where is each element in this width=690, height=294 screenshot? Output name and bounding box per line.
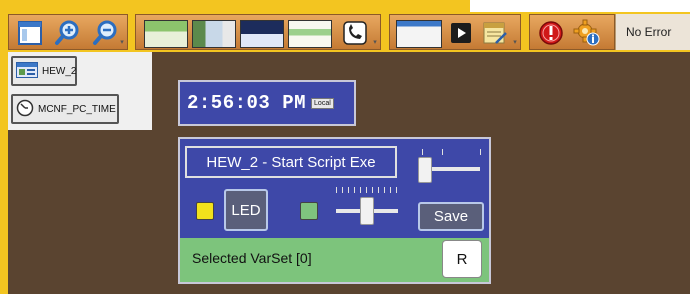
r-button[interactable]: R	[442, 240, 482, 278]
sidebar-item-label: HEW_2	[42, 65, 77, 77]
clock-time: 2:56:03 PM	[187, 92, 307, 114]
sidebar-item-label: MCNF_PC_TIME	[38, 103, 116, 115]
toolbar-top-strip	[470, 0, 690, 12]
status-text: No Error	[615, 14, 690, 50]
zoom-out-icon[interactable]	[91, 18, 121, 48]
clock-widget: 2:56:03 PM Local	[178, 80, 356, 126]
sidebar-item-hew-2[interactable]: HEW_2	[11, 56, 77, 86]
green-indicator	[300, 202, 318, 220]
grip-icon[interactable]: ▾	[372, 39, 378, 46]
vertical-slider[interactable]	[414, 145, 484, 189]
varset-bar: Selected VarSet [0] R	[180, 238, 489, 282]
zoom-in-icon[interactable]	[53, 18, 83, 48]
script-name-field[interactable]: HEW_2 - Start Script Exe	[185, 146, 397, 178]
window-icon[interactable]	[15, 18, 45, 48]
toolbar-group-status	[529, 14, 615, 50]
horizontal-slider[interactable]	[334, 185, 400, 227]
document-thumbnail-icon[interactable]	[288, 20, 332, 48]
image-thumbnail-icon[interactable]	[192, 20, 236, 48]
save-button[interactable]: Save	[418, 202, 484, 231]
led-button[interactable]: LED	[224, 189, 268, 231]
toolbar-group-screens: ▾	[135, 14, 381, 50]
script-panel: HEW_2 - Start Script Exe LED Save Select…	[178, 137, 491, 284]
slider-thumb[interactable]	[418, 157, 432, 183]
slider-tick	[442, 149, 443, 155]
slider-thumb[interactable]	[360, 197, 374, 225]
notepad-icon[interactable]	[480, 18, 510, 48]
varset-label: Selected VarSet [0]	[192, 250, 312, 266]
hmi-thumbnail-icon[interactable]	[144, 20, 188, 48]
sidebar-item-mcnf-pc-time[interactable]: MCNF_PC_TIME	[11, 94, 119, 124]
slider-tick	[422, 149, 423, 155]
grip-icon[interactable]: ▾	[119, 39, 125, 46]
toolbar-group-misc: ▾	[389, 14, 521, 50]
toolbar-group-view: ▾	[8, 14, 128, 50]
time-zone-badge: Local	[311, 97, 334, 109]
play-icon[interactable]	[446, 18, 476, 48]
phone-icon[interactable]	[340, 18, 370, 48]
dashboard-thumbnail-icon[interactable]	[240, 20, 284, 48]
screen-thumbnail-icon[interactable]	[396, 20, 442, 48]
device-list-empty-area	[8, 130, 152, 294]
device-screen-icon	[16, 61, 38, 81]
yellow-indicator	[196, 202, 214, 220]
grip-icon[interactable]: ▾	[512, 39, 518, 46]
settings-info-icon[interactable]	[572, 18, 602, 48]
slider-ticks	[336, 187, 398, 193]
error-icon[interactable]	[536, 18, 566, 48]
clock-icon	[16, 99, 34, 120]
top-toolbar: ▾ ▾ ▾ No Error	[0, 0, 690, 52]
slider-tick	[480, 149, 481, 155]
